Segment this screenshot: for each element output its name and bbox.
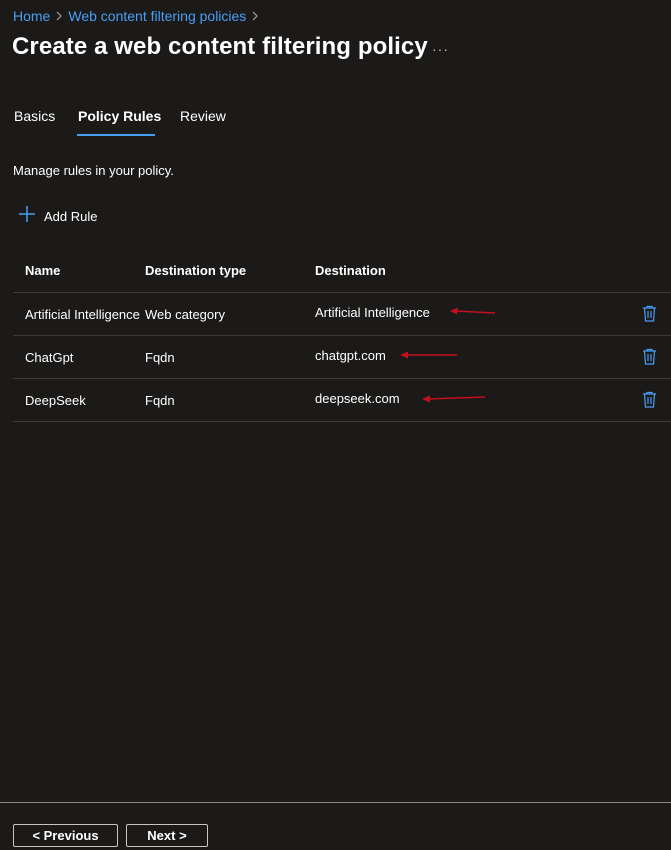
red-arrow-annotation <box>421 390 487 408</box>
rule-destination-type: Web category <box>145 307 225 322</box>
section-description: Manage rules in your policy. <box>13 163 174 178</box>
breadcrumb-home-link[interactable]: Home <box>13 8 50 24</box>
trash-icon[interactable] <box>642 305 657 327</box>
more-options-button[interactable]: ··· <box>432 41 449 57</box>
next-button[interactable]: Next > <box>126 824 208 847</box>
tab-basics[interactable]: Basics <box>14 108 55 124</box>
footer-divider <box>0 802 671 803</box>
add-rule-label: Add Rule <box>44 208 98 224</box>
column-header-destination-type: Destination type <box>145 263 247 278</box>
rule-destination: chatgpt.com <box>315 348 386 363</box>
table-row[interactable]: ChatGpt Fqdn chatgpt.com <box>13 336 671 379</box>
rules-table: Name Destination type Destination Artifi… <box>13 252 671 422</box>
rule-name: ChatGpt <box>25 350 74 365</box>
previous-button[interactable]: < Previous <box>13 824 118 847</box>
page-title: Create a web content filtering policy <box>12 33 428 60</box>
tab-policy-rules[interactable]: Policy Rules <box>78 108 161 124</box>
plus-icon <box>18 205 36 228</box>
rule-destination-type: Fqdn <box>145 393 175 408</box>
rule-destination-type: Fqdn <box>145 350 175 365</box>
red-arrow-annotation <box>399 347 459 365</box>
chevron-right-icon <box>50 11 68 21</box>
column-header-destination: Destination <box>315 263 386 278</box>
red-arrow-annotation <box>449 304 497 322</box>
tab-review[interactable]: Review <box>180 108 226 124</box>
trash-icon[interactable] <box>642 348 657 370</box>
breadcrumb: Home Web content filtering policies <box>13 7 264 25</box>
breadcrumb-policies-link[interactable]: Web content filtering policies <box>68 8 246 24</box>
rule-name: DeepSeek <box>25 393 86 408</box>
rule-name: Artificial Intelligence <box>25 307 140 322</box>
rule-destination: deepseek.com <box>315 391 400 406</box>
table-row[interactable]: Artificial Intelligence Web category Art… <box>13 293 671 336</box>
rule-destination: Artificial Intelligence <box>315 305 430 320</box>
table-row[interactable]: DeepSeek Fqdn deepseek.com <box>13 379 671 422</box>
trash-icon[interactable] <box>642 391 657 413</box>
table-header: Name Destination type Destination <box>13 252 671 293</box>
add-rule-button[interactable]: Add Rule <box>18 205 97 227</box>
tab-bar: Basics Policy Rules Review <box>0 108 300 136</box>
column-header-name: Name <box>25 263 61 278</box>
active-tab-indicator <box>77 134 155 136</box>
chevron-right-icon <box>246 11 264 21</box>
